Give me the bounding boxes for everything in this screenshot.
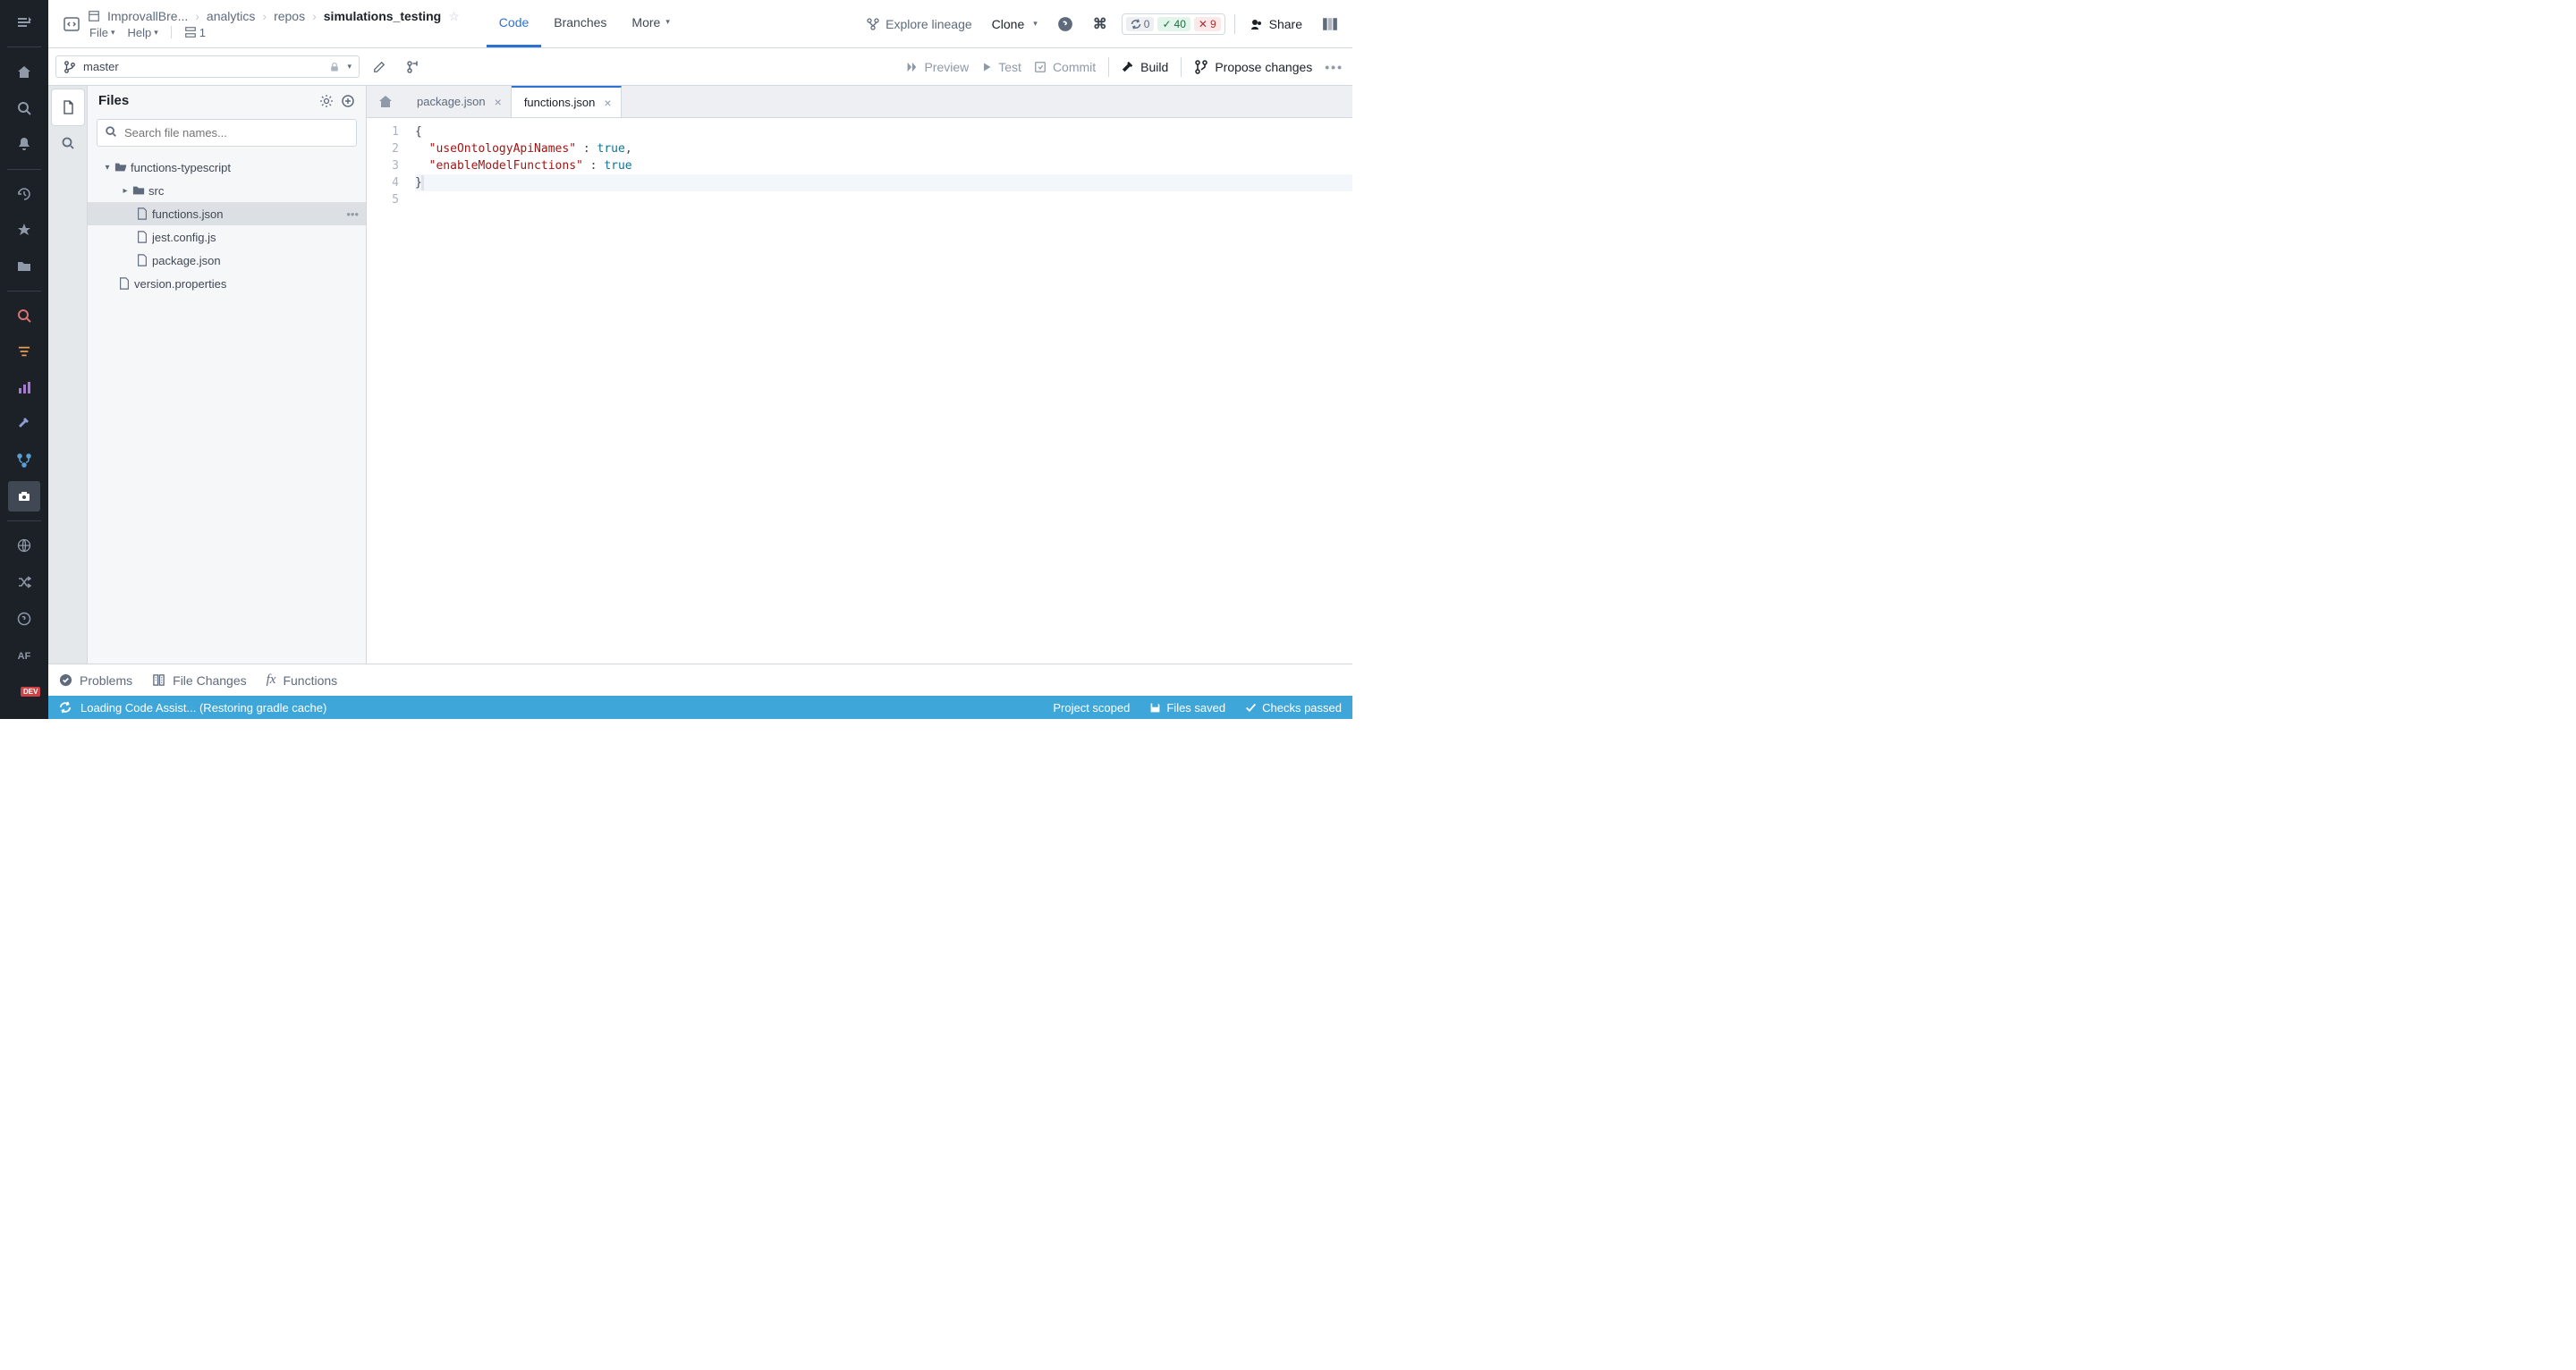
- tab-more[interactable]: More▾: [619, 0, 682, 47]
- gear-icon[interactable]: [319, 94, 334, 108]
- branch-selector[interactable]: master ▾: [55, 55, 360, 78]
- breadcrumb: ImprovallBre... › analytics › repos › si…: [88, 9, 460, 24]
- commit-button[interactable]: Commit: [1034, 60, 1096, 74]
- editor-tab[interactable]: functions.json ×: [512, 86, 622, 117]
- af-badge[interactable]: AF: [8, 640, 40, 672]
- search-alt-icon[interactable]: [8, 300, 40, 331]
- breadcrumb-current: simulations_testing: [324, 9, 441, 23]
- lock-icon: [329, 62, 340, 72]
- toolbar: master ▾ Preview Test Commit Build Propo…: [48, 48, 1352, 86]
- chart-icon[interactable]: [8, 373, 40, 403]
- problems-tab[interactable]: Problems: [59, 673, 132, 688]
- panel-toggle-icon[interactable]: [1317, 13, 1343, 36]
- build-button[interactable]: Build: [1122, 60, 1168, 74]
- tree-file[interactable]: functions.json •••: [88, 202, 366, 225]
- branch-graph-icon[interactable]: [8, 444, 40, 475]
- folder-icon: [132, 184, 148, 197]
- filter-icon[interactable]: [8, 336, 40, 367]
- propose-changes-button[interactable]: Propose changes: [1194, 60, 1312, 74]
- status-saved[interactable]: Files saved: [1149, 701, 1225, 715]
- more-actions-icon[interactable]: •••: [1325, 60, 1343, 74]
- folder-open-icon: [114, 161, 131, 173]
- star-icon[interactable]: [8, 215, 40, 245]
- workers-indicator[interactable]: 1: [184, 26, 206, 39]
- header: ImprovallBre... › analytics › repos › si…: [48, 0, 1352, 48]
- status-loading-text: Loading Code Assist... (Restoring gradle…: [80, 701, 326, 715]
- tree-file[interactable]: version.properties: [88, 272, 366, 295]
- file-changes-tab[interactable]: File Changes: [152, 673, 247, 688]
- edit-icon[interactable]: [365, 54, 394, 80]
- editor-tabs: package.json × functions.json ×: [367, 86, 1352, 118]
- globe-icon[interactable]: [8, 530, 40, 561]
- status-checks[interactable]: Checks passed: [1245, 701, 1342, 715]
- breadcrumb-part[interactable]: repos: [274, 9, 305, 23]
- code-editor[interactable]: 1 2 3 4 5 { "useOntologyApiNames" : true…: [367, 118, 1352, 664]
- editor-tab[interactable]: package.json ×: [404, 86, 512, 117]
- file-icon: [136, 231, 152, 243]
- tree-file[interactable]: jest.config.js: [88, 225, 366, 249]
- functions-tab[interactable]: fx Functions: [267, 672, 338, 688]
- bottom-panel-tabs: Problems File Changes fx Functions: [48, 664, 1352, 696]
- file-icon: [118, 277, 134, 290]
- search-icon: [105, 125, 117, 138]
- tree-folder[interactable]: ▾ functions-typescript: [88, 156, 366, 179]
- close-icon[interactable]: ×: [604, 96, 611, 110]
- more-icon[interactable]: •••: [346, 207, 359, 221]
- loading-spinner-icon: [59, 701, 72, 714]
- file-search-input[interactable]: [97, 119, 357, 147]
- search-view-icon[interactable]: [52, 125, 84, 161]
- tree-file[interactable]: package.json: [88, 249, 366, 272]
- help-circle-icon[interactable]: [1052, 13, 1079, 36]
- repo-icon: [88, 10, 100, 22]
- editor-area: package.json × functions.json × 1 2 3 4 …: [367, 86, 1352, 664]
- files-view-icon[interactable]: [52, 89, 84, 125]
- keyboard-shortcut-icon[interactable]: ⌘: [1088, 12, 1113, 37]
- camera-icon[interactable]: [8, 481, 40, 512]
- explore-lineage-button[interactable]: Explore lineage: [860, 13, 978, 35]
- file-menu[interactable]: File▾: [89, 26, 114, 39]
- status-scope[interactable]: Project scoped: [1053, 701, 1130, 715]
- dev-badge: DEV: [21, 687, 40, 697]
- notifications-icon[interactable]: [8, 129, 40, 159]
- status-pills: 0 ✓ 40 ✕ 9: [1122, 13, 1225, 35]
- hammer-icon[interactable]: [8, 409, 40, 439]
- file-tree: ▾ functions-typescript ▸ src functions.j…: [88, 154, 366, 664]
- home-icon[interactable]: [8, 56, 40, 87]
- error-pill[interactable]: ✕ 9: [1194, 17, 1221, 31]
- new-branch-icon[interactable]: [399, 54, 428, 80]
- help-icon[interactable]: [8, 603, 40, 635]
- tab-code[interactable]: Code: [487, 0, 541, 47]
- line-gutter: 1 2 3 4 5: [367, 118, 415, 664]
- history-icon[interactable]: [8, 179, 40, 209]
- tab-branches[interactable]: Branches: [541, 0, 619, 47]
- search-icon[interactable]: [8, 93, 40, 123]
- close-icon[interactable]: ×: [495, 95, 502, 109]
- breadcrumb-root[interactable]: ImprovallBre...: [107, 9, 188, 23]
- menu-icon[interactable]: [8, 7, 40, 38]
- clone-button[interactable]: Clone▾: [987, 13, 1043, 35]
- tree-folder[interactable]: ▸ src: [88, 179, 366, 202]
- global-nav-rail: AF DEV: [0, 0, 48, 719]
- share-button[interactable]: Share: [1244, 13, 1308, 35]
- help-menu[interactable]: Help▾: [127, 26, 157, 39]
- files-panel: Files ▾ functions-typescript: [88, 86, 367, 664]
- side-mini-rail: [48, 86, 88, 664]
- test-button[interactable]: Test: [981, 60, 1021, 74]
- folder-icon[interactable]: [8, 250, 40, 281]
- add-icon[interactable]: [341, 94, 355, 108]
- code-brackets-icon: [55, 0, 88, 47]
- home-tab-icon[interactable]: [367, 86, 404, 117]
- status-bar: Loading Code Assist... (Restoring gradle…: [48, 696, 1352, 719]
- success-pill[interactable]: ✓ 40: [1157, 17, 1190, 31]
- favorite-star-icon[interactable]: ☆: [448, 9, 460, 24]
- file-icon: [136, 254, 152, 266]
- shuffle-icon[interactable]: [8, 567, 40, 597]
- breadcrumb-part[interactable]: analytics: [207, 9, 255, 23]
- files-panel-title: Files: [98, 93, 129, 108]
- file-icon: [136, 207, 152, 220]
- preview-button[interactable]: Preview: [905, 60, 969, 74]
- sync-pill[interactable]: 0: [1126, 17, 1155, 31]
